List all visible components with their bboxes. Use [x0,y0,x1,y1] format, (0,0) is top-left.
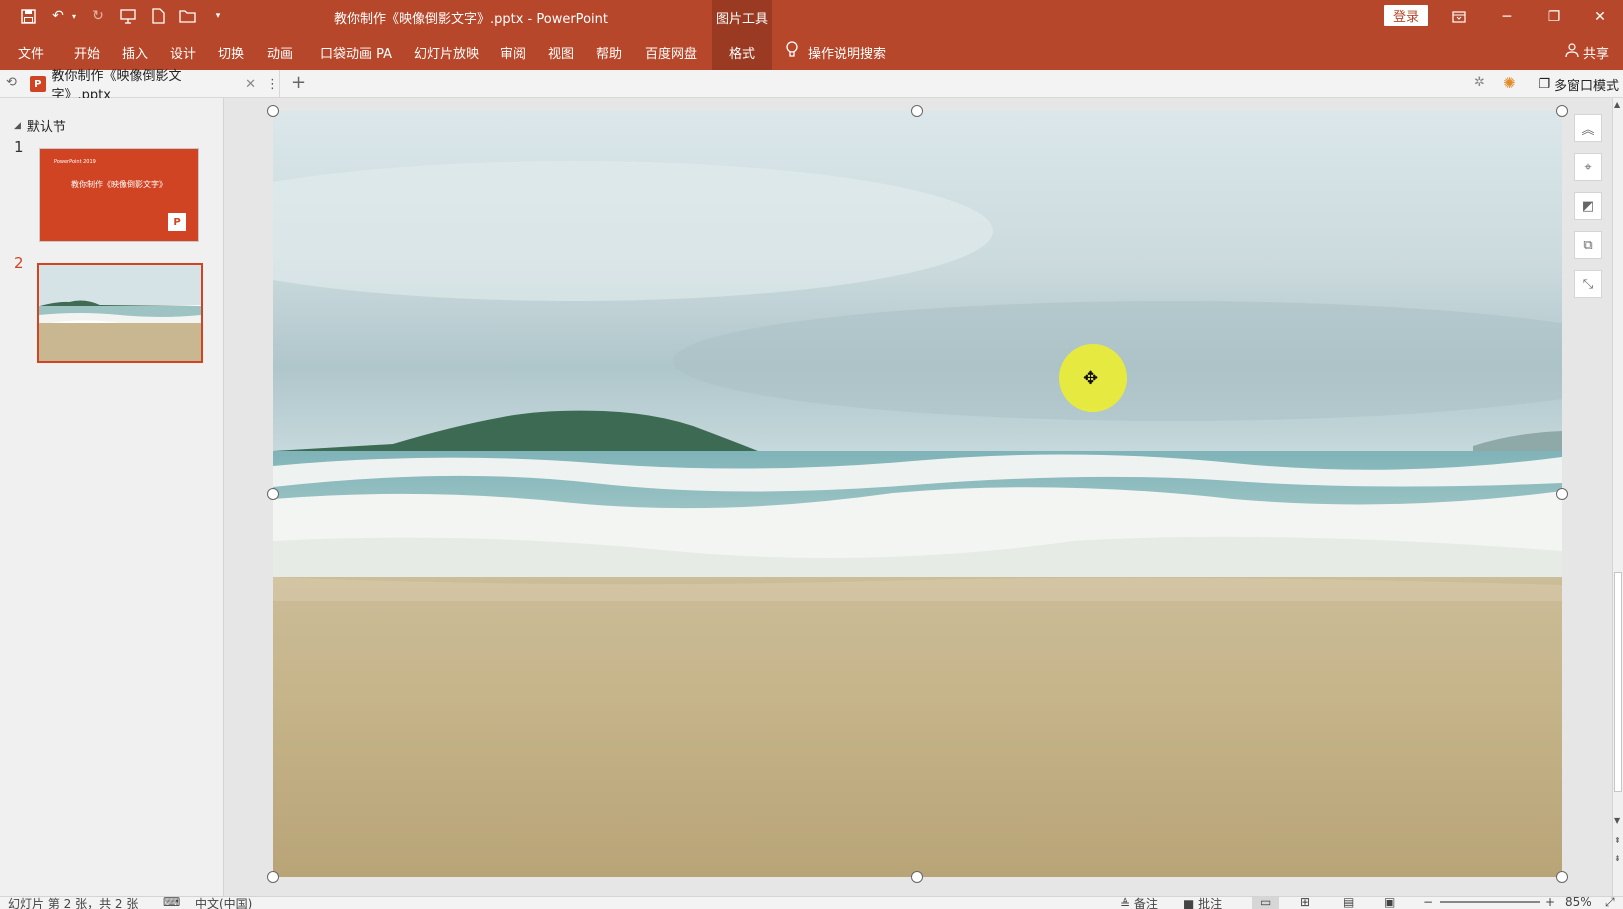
slide-number-2: 2 [14,254,24,272]
resize-handle-bottom-left[interactable] [267,871,279,883]
arrange-icon[interactable]: ⧉ [1574,231,1602,259]
slide-counter: 幻灯片 第 2 张，共 2 张 [8,897,139,909]
collapse-up-icon[interactable]: ︽ [1574,114,1602,142]
windows-icon: ❐ [1538,76,1550,92]
comments-button[interactable]: ■ 批注 [1183,897,1223,909]
tell-me-search[interactable]: 操作说明搜索 [786,34,886,70]
share-button[interactable]: 共享 [1565,34,1609,70]
history-icon[interactable]: ⟲ [6,75,24,93]
crop-resize-icon[interactable]: ⤡ [1574,270,1602,298]
lightbulb-icon [786,41,798,63]
settings-gear-icon[interactable]: ✺ [1503,74,1516,92]
notes-button[interactable]: ≜ 备注 [1120,897,1158,909]
tab-format[interactable]: 格式 [712,34,772,70]
resize-handle-top[interactable] [911,105,923,117]
restore-button[interactable]: ❐ [1531,0,1577,34]
powerpoint-logo-icon: P [168,213,186,231]
resize-handle-top-left[interactable] [267,105,279,117]
slide-number-1: 1 [14,138,24,156]
tab-review[interactable]: 审阅 [500,34,526,70]
next-slide-icon[interactable]: ⇟ [1614,854,1621,863]
language-label[interactable]: 中文(中国) [195,897,252,909]
new-tab-icon[interactable]: + [291,72,306,93]
search-label: 操作说明搜索 [808,46,887,62]
beach-image [273,111,1562,877]
resize-handle-top-right[interactable] [1556,105,1568,117]
effects-icon[interactable]: ✲ [1474,75,1485,90]
comments-label: 批注 [1198,897,1223,909]
multi-window-label: 多窗口模式 [1553,78,1619,94]
redo-icon[interactable]: ↻ [88,6,108,26]
move-cursor-icon: ✥ [1083,368,1099,389]
undo-icon[interactable]: ↶ [48,6,68,26]
slide-thumbnail-1[interactable]: PowerPoint 2019 教你制作《映像倒影文字》 P [39,148,199,242]
window-title: 教你制作《映像倒影文字》.pptx - PowerPoint [334,12,608,27]
undo-dropdown-icon[interactable]: ▾ [68,6,80,26]
document-tab-bar: ⟲ P 教你制作《映像倒影文字》.pptx ✕ ⋮ + ✲ ✺ ❐ 多窗口模式 [0,69,1623,103]
fit-to-window-icon[interactable]: ⤢ [1605,897,1615,909]
normal-view-icon[interactable]: ▭ [1252,897,1280,909]
section-name: 默认节 [26,120,66,135]
close-tab-icon[interactable]: ✕ [245,77,256,92]
open-folder-icon[interactable] [178,6,198,26]
document-tab[interactable]: P 教你制作《映像倒影文字》.pptx ✕ ⋮ [30,69,280,103]
status-bar: 幻灯片 第 2 张，共 2 张 ⌨ 中文(中国) ≜ 备注 ■ 批注 ▭ ⊞ ▤… [0,896,1623,909]
language-icon[interactable]: ⌨ [163,897,180,909]
customize-toolbar-icon[interactable]: ▾ [208,6,228,26]
tab-pocket-animation[interactable]: 口袋动画 PA [320,34,392,70]
ribbon-tab-bar: 文件 开始 插入 设计 切换 动画 口袋动画 PA 幻灯片放映 审阅 视图 帮助… [0,34,1623,70]
tab-baidu-netdisk[interactable]: 百度网盘 [645,34,697,70]
person-icon [1565,43,1579,61]
minimize-button[interactable]: ─ [1484,0,1530,34]
beach-photo[interactable] [273,111,1562,877]
slideshow-view-icon[interactable]: ▣ [1384,897,1395,909]
share-label: 共享 [1582,46,1609,62]
layout-options-icon[interactable]: ⌖ [1574,153,1602,181]
tab-slideshow[interactable]: 幻灯片放映 [414,34,479,70]
multi-window-mode-button[interactable]: ❐ 多窗口模式 [1538,70,1619,98]
notes-label: 备注 [1133,897,1158,909]
new-file-icon[interactable] [148,6,168,26]
vertical-scrollbar[interactable]: ▲ ▼ ⇞ ⇟ [1612,98,1623,896]
presenter-icon[interactable] [118,6,138,26]
thumb1-title: 教你制作《映像倒影文字》 [71,180,167,189]
tab-help[interactable]: 帮助 [596,34,622,70]
slide-thumbnail-pane: ◢ 默认节 1 PowerPoint 2019 教你制作《映像倒影文字》 P 2 [0,98,224,896]
tab-view[interactable]: 视图 [548,34,574,70]
previous-slide-icon[interactable]: ⇞ [1614,836,1621,845]
resize-handle-left[interactable] [267,488,279,500]
tab-animations[interactable]: 动画 [267,34,293,70]
close-button[interactable]: ✕ [1577,0,1623,34]
scrollbar-thumb[interactable] [1614,572,1622,792]
resize-handle-bottom-right[interactable] [1556,871,1568,883]
thumb-header-text: PowerPoint 2019 [54,159,96,165]
resize-handle-right[interactable] [1556,488,1568,500]
shape-fill-icon[interactable]: ◩ [1574,192,1602,220]
login-button[interactable]: 登录 [1384,5,1428,26]
tab-file[interactable]: 文件 [18,34,44,70]
zoom-out-icon[interactable]: − [1423,897,1433,909]
ribbon-display-options-icon[interactable] [1436,0,1482,34]
slide-sorter-icon[interactable]: ⊞ [1300,897,1310,909]
scroll-down-icon[interactable]: ▼ [1614,816,1620,825]
powerpoint-icon: P [30,76,46,92]
zoom-in-icon[interactable]: + [1545,897,1555,909]
save-icon[interactable] [18,6,38,26]
reading-view-icon[interactable]: ▤ [1343,897,1354,909]
scroll-up-icon[interactable]: ▲ [1614,100,1620,109]
zoom-slider[interactable] [1440,901,1540,903]
beach-thumbnail-image [39,265,201,361]
collapse-triangle-icon[interactable]: ◢ [14,121,21,131]
picture-tools-label: 图片工具 [712,0,772,34]
zoom-level[interactable]: 85% [1565,897,1592,909]
resize-handle-bottom[interactable] [911,871,923,883]
title-bar: ↶ ▾ ↻ ▾ 教你制作《映像倒影文字》.pptx - PowerPoint 图… [0,0,1623,34]
section-header[interactable]: ◢ 默认节 [14,116,66,135]
slide-thumbnail-2[interactable] [37,263,203,363]
tab-menu-icon[interactable]: ⋮ [266,77,279,92]
